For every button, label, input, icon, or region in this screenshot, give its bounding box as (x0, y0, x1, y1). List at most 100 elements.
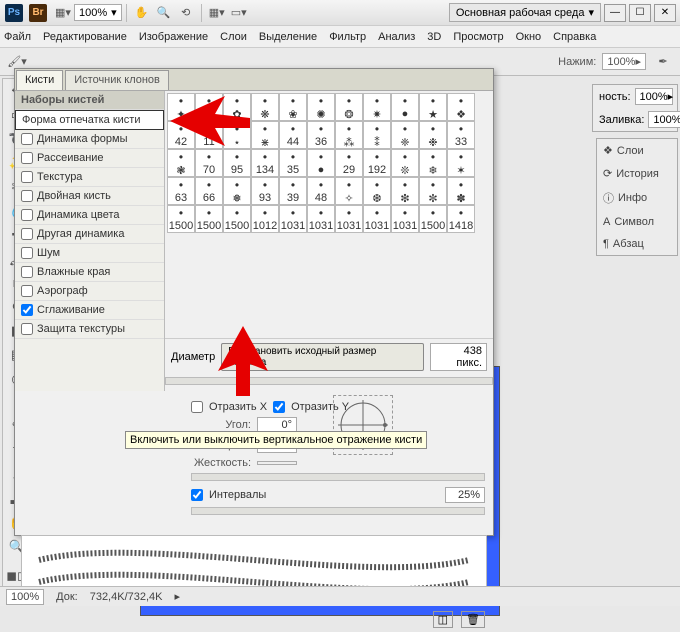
opt-color-dynamics[interactable]: Динамика цвета (15, 206, 164, 225)
brush-tip-cell[interactable]: •1500 (419, 205, 447, 233)
brush-tip-cell[interactable]: •1500 (195, 205, 223, 233)
tab-clone-source[interactable]: Источник клонов (65, 70, 169, 90)
brush-tip-cell[interactable]: •✧ (335, 177, 363, 205)
brush-tip-cell[interactable]: •★ (419, 93, 447, 121)
screen-mode-icon[interactable]: ▭▾ (228, 2, 250, 24)
brush-tip-cell[interactable]: •48 (307, 177, 335, 205)
brush-tip-cell[interactable]: •66 (195, 177, 223, 205)
brush-tip-cell[interactable]: •✦ (167, 93, 195, 121)
panel-paragraph[interactable]: ¶ Абзац (597, 233, 677, 255)
flip-y-checkbox[interactable] (273, 401, 285, 413)
restore-sample-size-button[interactable]: Восстановить исходный размер образца (221, 343, 424, 371)
minimize-button[interactable]: — (604, 4, 626, 22)
brush-tip-cell[interactable]: •✿ (223, 93, 251, 121)
brush-tip-cell[interactable]: •❉ (419, 121, 447, 149)
menu-filter[interactable]: Фильтр (329, 31, 366, 43)
flip-x-checkbox[interactable] (191, 401, 203, 413)
status-zoom[interactable]: 100% (6, 589, 44, 605)
brush-tip-cell[interactable]: •⁂ (335, 121, 363, 149)
menu-view[interactable]: Просмотр (453, 31, 503, 43)
brush-tip-cell[interactable]: •36 (307, 121, 335, 149)
menu-select[interactable]: Выделение (259, 31, 317, 43)
brush-tip-cell[interactable]: •33 (447, 121, 475, 149)
menu-help[interactable]: Справка (553, 31, 596, 43)
brush-tip-cell[interactable]: •● (391, 93, 419, 121)
opt-smoothing[interactable]: Сглаживание (15, 301, 164, 320)
brush-tip-cell[interactable]: •⋇ (251, 121, 279, 149)
airbrush-icon[interactable]: ✒ (652, 51, 674, 73)
opt-wet-edges[interactable]: Влажные края (15, 263, 164, 282)
brush-tip-cell[interactable]: •❈ (391, 121, 419, 149)
brush-tip-cell[interactable]: •35 (279, 149, 307, 177)
brush-tip-cell[interactable]: •⁑ (363, 121, 391, 149)
brush-tip-cell[interactable]: •❇ (391, 177, 419, 205)
menu-window[interactable]: Окно (516, 31, 542, 43)
brush-tip-cell[interactable]: •❄ (419, 149, 447, 177)
brush-tip-cell[interactable]: •44 (279, 121, 307, 149)
fill-mini-field[interactable]: 100% ▸ (648, 111, 680, 128)
menu-file[interactable]: Файл (4, 31, 31, 43)
opt-noise[interactable]: Шум (15, 244, 164, 263)
opacity-mini-field[interactable]: 100% ▸ (635, 88, 673, 105)
brush-tip-cell[interactable]: •192 (363, 149, 391, 177)
brush-tip-cell[interactable]: •1031 (279, 205, 307, 233)
panel-info[interactable]: ⓘ Инфо (597, 185, 677, 211)
brush-tip-cell[interactable]: •❆ (363, 177, 391, 205)
brush-tip-cell[interactable]: •✽ (447, 177, 475, 205)
panel-history[interactable]: ⟳ История (597, 162, 677, 185)
arrange-docs-icon[interactable]: ▦▾ (206, 2, 228, 24)
menu-image[interactable]: Изображение (139, 31, 208, 43)
brush-tip-cell[interactable]: •❊ (391, 149, 419, 177)
zoom-tool-icon[interactable]: 🔍 (153, 2, 175, 24)
opt-dual-brush[interactable]: Двойная кисть (15, 187, 164, 206)
brush-tip-cell[interactable]: •✺ (307, 93, 335, 121)
brush-tip-cell[interactable]: •❋ (251, 93, 279, 121)
brush-presets-header[interactable]: Наборы кистей (15, 91, 164, 110)
brush-tip-cell[interactable]: •11 (195, 121, 223, 149)
menu-3d[interactable]: 3D (427, 31, 441, 43)
brush-tip-cell[interactable]: •29 (335, 149, 363, 177)
brush-tip-cell[interactable]: •❃ (167, 149, 195, 177)
brush-tip-cell[interactable]: •42 (167, 121, 195, 149)
brush-tip-cell[interactable]: •● (307, 149, 335, 177)
close-button[interactable]: ✕ (654, 4, 676, 22)
brush-tip-cell[interactable]: •134 (251, 149, 279, 177)
brush-tip-cell[interactable]: •❅ (223, 177, 251, 205)
spacing-checkbox[interactable] (191, 489, 203, 501)
brush-tip-cell[interactable]: •✶ (447, 149, 475, 177)
spacing-slider[interactable] (191, 507, 485, 515)
opt-protect-texture[interactable]: Защита текстуры (15, 320, 164, 339)
brush-tip-cell[interactable]: •1031 (363, 205, 391, 233)
brush-tip-cell[interactable]: •1418 (447, 205, 475, 233)
panel-layers[interactable]: ❖ Слои (597, 139, 677, 162)
delete-brush-icon[interactable]: 🗑 (461, 611, 485, 628)
opt-airbrush[interactable]: Аэрограф (15, 282, 164, 301)
brush-tip-cell[interactable]: •1500 (167, 205, 195, 233)
opt-other-dynamics[interactable]: Другая динамика (15, 225, 164, 244)
brush-tip-grid[interactable]: •✦•✱•✿•❋•❀•✺•❂•✷•●•★•❖•42•11•⋆•⋇•44•36•⁂… (165, 91, 493, 338)
brush-tip-cell[interactable]: •70 (195, 149, 223, 177)
brush-tip-cell[interactable]: •❖ (447, 93, 475, 121)
brush-tip-shape[interactable]: Форма отпечатка кисти (15, 110, 164, 130)
opt-shape-dynamics[interactable]: Динамика формы (15, 130, 164, 149)
menu-layers[interactable]: Слои (220, 31, 247, 43)
tab-brushes[interactable]: Кисти (16, 70, 63, 90)
new-brush-icon[interactable]: ◫ (433, 611, 453, 628)
brush-tip-cell[interactable]: •39 (279, 177, 307, 205)
hardness-slider[interactable] (191, 473, 485, 481)
brush-tip-cell[interactable]: •1031 (335, 205, 363, 233)
brush-tip-cell[interactable]: •63 (167, 177, 195, 205)
menu-analysis[interactable]: Анализ (378, 31, 415, 43)
brush-tip-cell[interactable]: •⋆ (223, 121, 251, 149)
brush-tip-cell[interactable]: •1031 (307, 205, 335, 233)
opt-texture[interactable]: Текстура (15, 168, 164, 187)
bridge-icon[interactable]: Br (28, 3, 48, 23)
brush-tip-cell[interactable]: •❂ (335, 93, 363, 121)
zoom-level[interactable]: 100%▾ (74, 4, 122, 21)
opt-scattering[interactable]: Рассеивание (15, 149, 164, 168)
view-extras-icon[interactable]: ▦▾ (52, 2, 74, 24)
diameter-slider[interactable] (165, 377, 493, 385)
brush-tip-cell[interactable]: •1031 (391, 205, 419, 233)
diameter-field[interactable]: 438 пикс. (430, 343, 487, 371)
spacing-field[interactable]: 25% (445, 487, 485, 503)
